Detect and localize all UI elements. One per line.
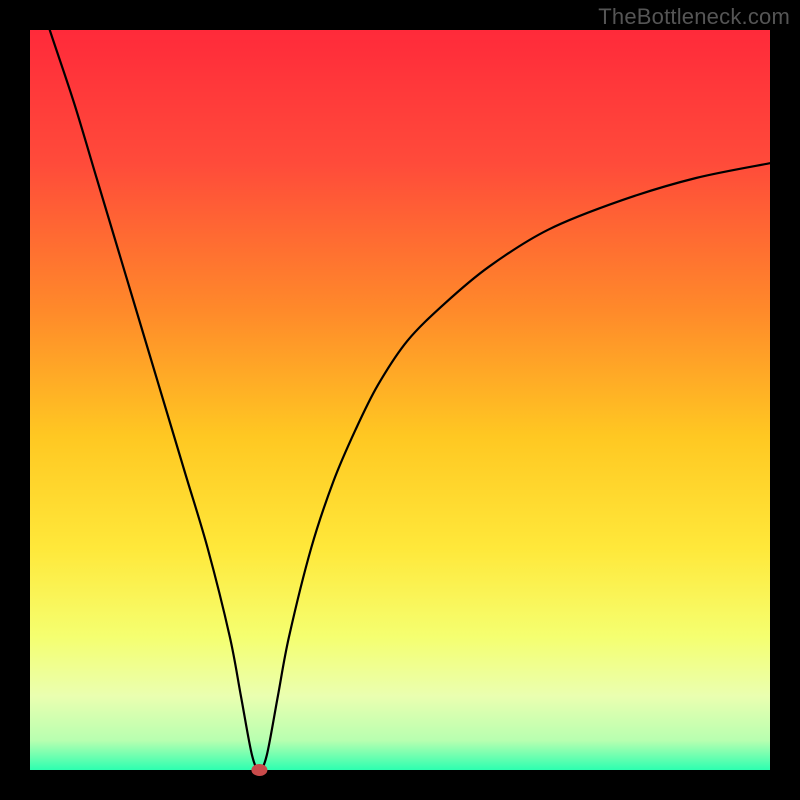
chart-frame: TheBottleneck.com (0, 0, 800, 800)
plot-background (30, 30, 770, 770)
minimum-marker (251, 764, 267, 776)
chart-svg (0, 0, 800, 800)
watermark-text: TheBottleneck.com (598, 4, 790, 30)
